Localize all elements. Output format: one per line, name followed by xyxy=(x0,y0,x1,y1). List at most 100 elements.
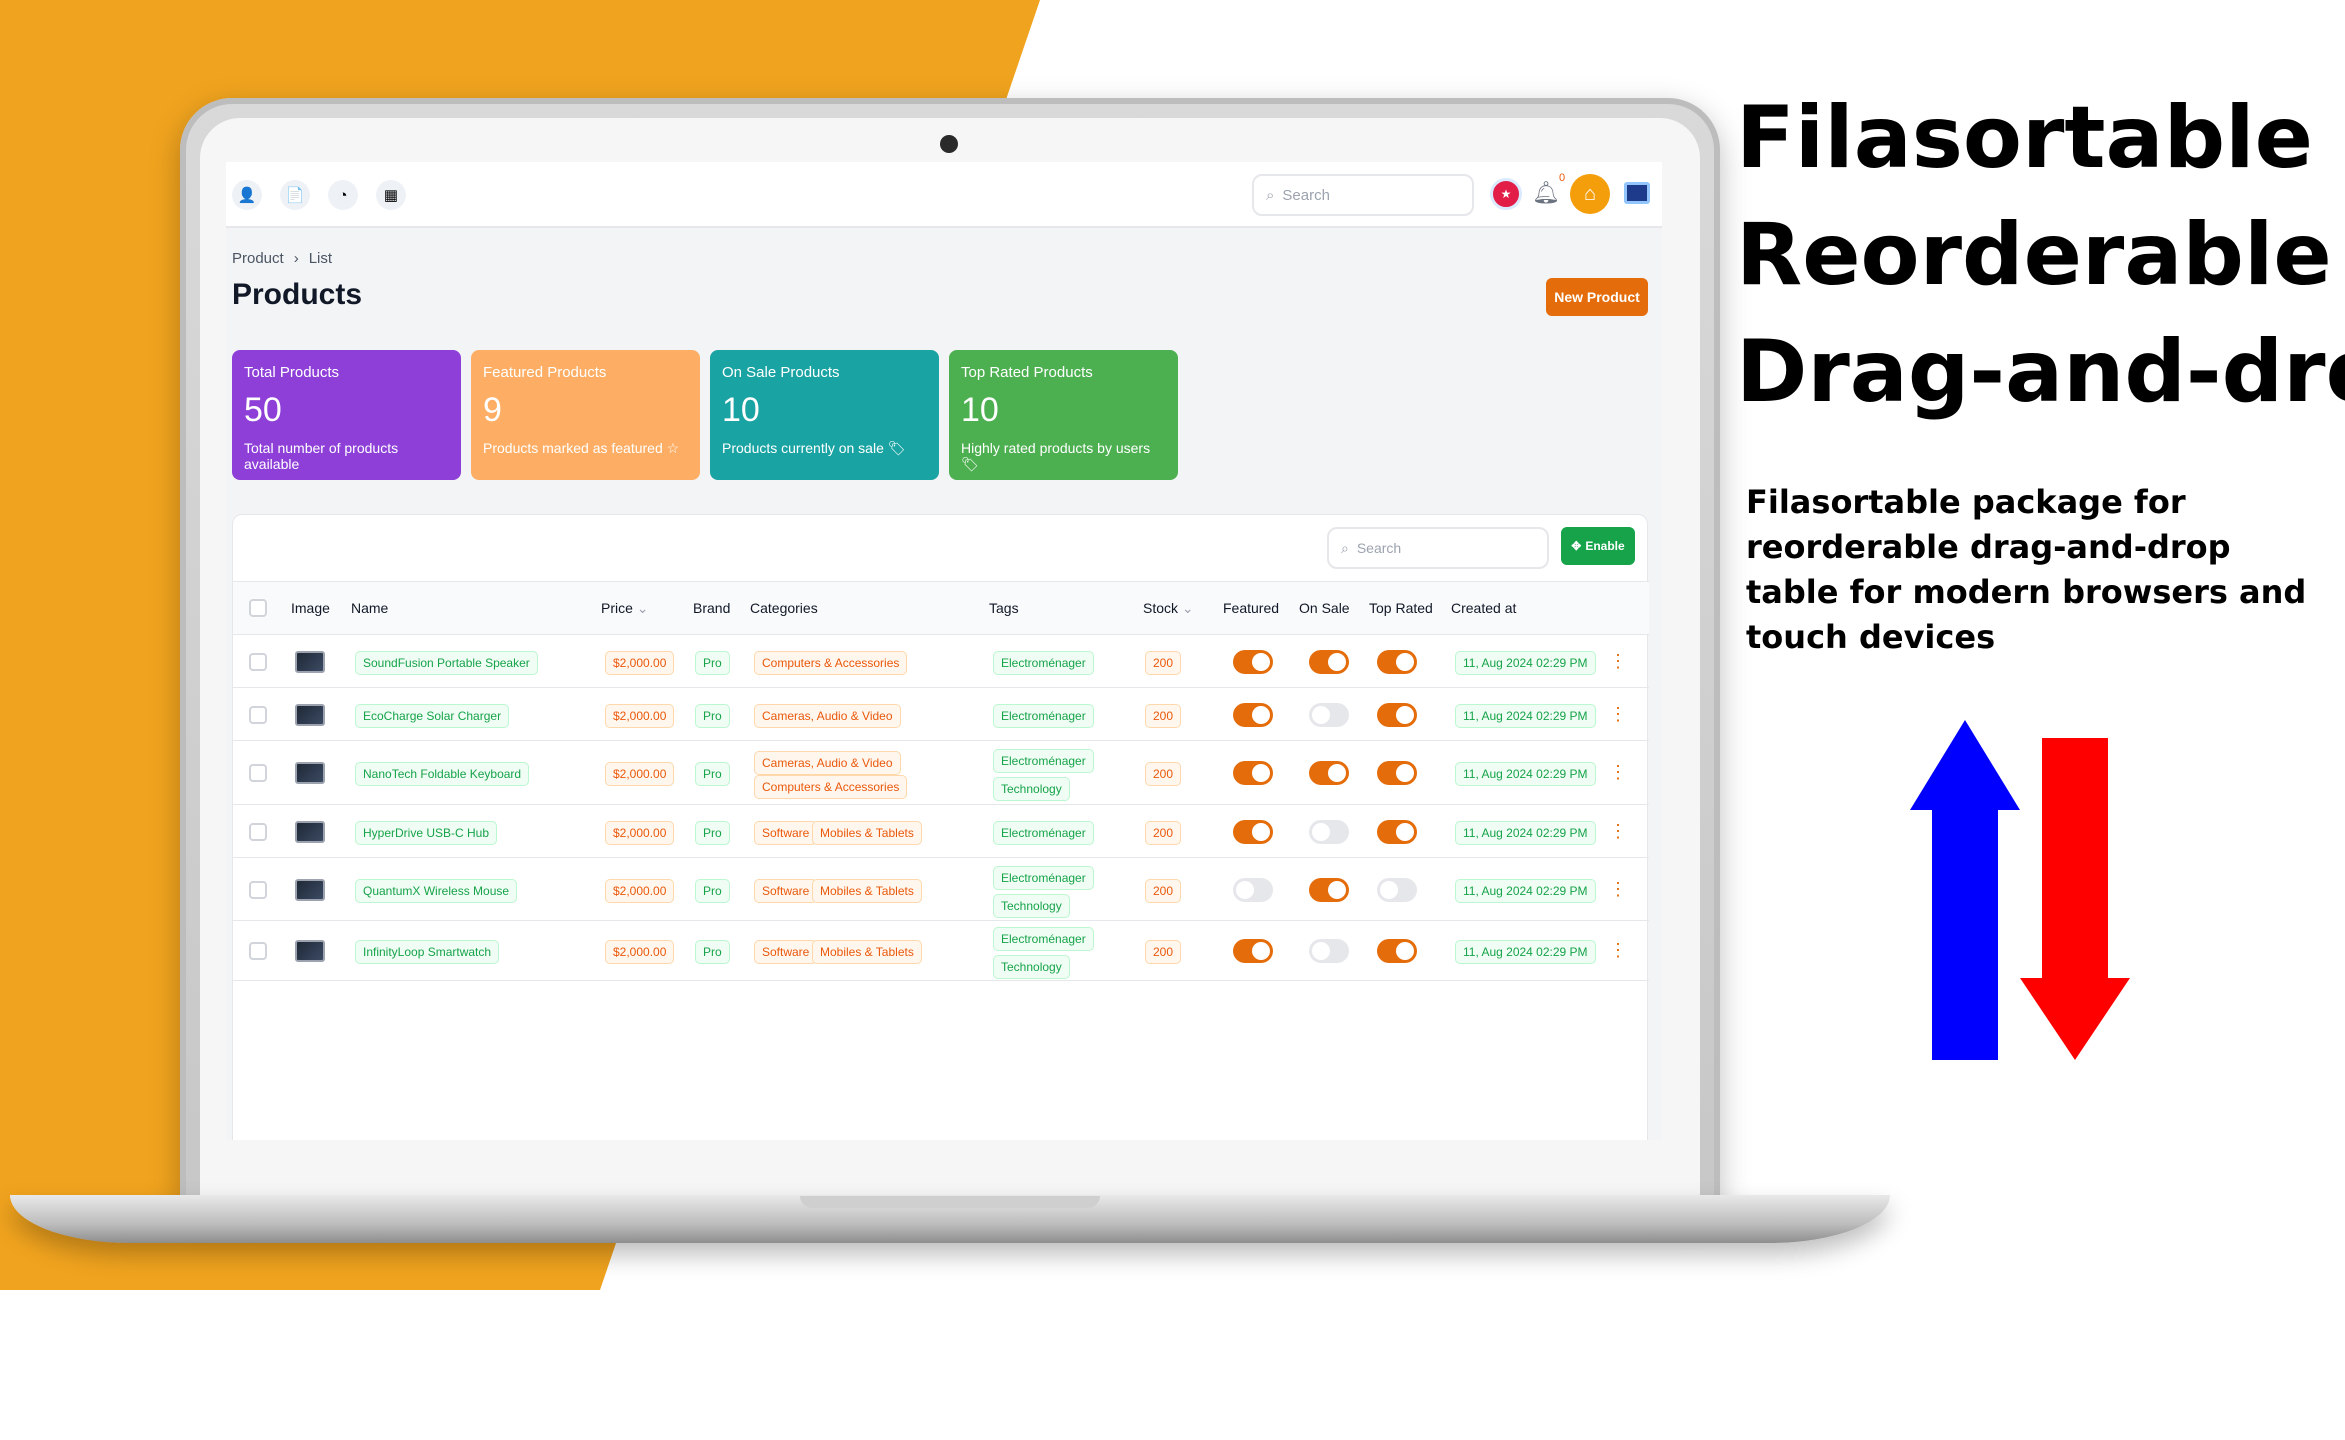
row-actions-icon[interactable]: ⋮ xyxy=(1609,940,1627,961)
product-price: $2,000.00 xyxy=(605,820,675,845)
featured-toggle[interactable] xyxy=(1233,819,1273,844)
product-brand: Pro xyxy=(695,762,730,786)
header-name[interactable]: Name xyxy=(351,600,388,616)
stat-card-featured-products: Featured Products 9 Products marked as fea… xyxy=(471,350,700,480)
hero-title-line-3: Drag-and-drop xyxy=(1736,322,2345,422)
product-price: $2,000.00 xyxy=(605,762,675,786)
product-brand: Pro xyxy=(695,878,730,903)
monitor-icon[interactable] xyxy=(1624,182,1650,204)
hero-title-line-2: Reorderable xyxy=(1736,205,2332,305)
hero-subtitle: Filasortable package for reorderable dra… xyxy=(1746,483,2307,656)
top-rated-toggle[interactable] xyxy=(1377,877,1417,902)
stat-label: Total Products xyxy=(244,364,340,381)
product-image xyxy=(295,940,325,962)
global-search-placeholder: Search xyxy=(1282,186,1330,204)
tag-badge: Technology xyxy=(993,777,1070,801)
row-checkbox[interactable] xyxy=(249,705,267,724)
row-checkbox[interactable] xyxy=(249,822,267,841)
featured-toggle[interactable] xyxy=(1233,761,1273,785)
product-name[interactable]: InfinityLoop Smartwatch xyxy=(355,940,500,964)
on-sale-toggle[interactable] xyxy=(1309,939,1349,963)
product-name[interactable]: HyperDrive USB-C Hub xyxy=(355,820,498,845)
product-stock: 200 xyxy=(1145,820,1182,845)
product-image xyxy=(295,820,325,843)
row-checkbox[interactable] xyxy=(249,764,267,782)
home-icon[interactable]: ⌂ xyxy=(1570,174,1610,214)
select-all-checkbox[interactable] xyxy=(249,599,267,617)
stat-label: On Sale Products xyxy=(722,364,840,381)
tag-icon: 🏷︎ xyxy=(887,440,906,456)
table-row[interactable]: EcoCharge Solar Charger $2,000.00 Pro Camer… xyxy=(233,688,1649,741)
row-checkbox[interactable] xyxy=(249,942,267,960)
top-rated-toggle[interactable] xyxy=(1377,939,1417,963)
table-row[interactable]: NanoTech Foldable Keyboard $2,000.00 Pro Ca… xyxy=(233,741,1649,805)
header-stock[interactable]: Stock ⌄ xyxy=(1143,600,1194,617)
stat-card-on-sale-products: On Sale Products 10 Products currently on … xyxy=(710,350,939,480)
on-sale-toggle[interactable] xyxy=(1309,761,1349,785)
product-name[interactable]: QuantumX Wireless Mouse xyxy=(355,878,518,903)
created-at: 11, Aug 2024 02:29 PM xyxy=(1455,762,1596,786)
document-icon[interactable]: 📄 xyxy=(280,180,310,210)
breadcrumb: Product › List xyxy=(232,250,332,267)
breadcrumb-product[interactable]: Product xyxy=(232,250,284,267)
top-rated-toggle[interactable] xyxy=(1377,819,1417,844)
header-image: Image xyxy=(291,600,330,616)
row-actions-icon[interactable]: ⋮ xyxy=(1609,762,1627,783)
new-product-button[interactable]: New Product xyxy=(1546,278,1648,316)
camera-icon xyxy=(940,135,958,153)
row-checkbox[interactable] xyxy=(249,652,267,671)
on-sale-toggle[interactable] xyxy=(1309,877,1349,902)
user-icon[interactable]: 👤 xyxy=(232,180,262,210)
table-row[interactable]: QuantumX Wireless Mouse $2,000.00 Pro Softw… xyxy=(233,858,1649,921)
table-search-placeholder: Search xyxy=(1356,540,1402,556)
featured-toggle[interactable] xyxy=(1233,939,1273,963)
row-actions-icon[interactable]: ⋮ xyxy=(1609,651,1627,672)
calendar-icon[interactable]: ▦ xyxy=(376,180,406,210)
featured-toggle[interactable] xyxy=(1233,649,1273,674)
row-checkbox[interactable] xyxy=(249,880,267,899)
created-at: 11, Aug 2024 02:29 PM xyxy=(1455,878,1596,903)
language-flag-icon[interactable]: ★ xyxy=(1490,178,1522,210)
product-price: $2,000.00 xyxy=(605,878,675,903)
table-row[interactable]: SoundFusion Portable Speaker $2,000.00 Pro… xyxy=(233,635,1649,688)
enable-reorder-button[interactable]: ✥ Enable xyxy=(1561,527,1635,565)
product-name[interactable]: EcoCharge Solar Charger xyxy=(355,703,510,728)
on-sale-toggle[interactable] xyxy=(1309,819,1349,844)
row-actions-icon[interactable]: ⋮ xyxy=(1609,879,1627,900)
product-stock: 200 xyxy=(1145,940,1182,964)
top-rated-toggle[interactable] xyxy=(1377,702,1417,727)
hero-title-line-1: Filasortable xyxy=(1736,88,2313,188)
product-name[interactable]: SoundFusion Portable Speaker xyxy=(355,650,538,675)
category-badge: Software xyxy=(754,940,818,964)
row-actions-icon[interactable]: ⋮ xyxy=(1609,821,1627,842)
header-price-label: Price xyxy=(601,600,633,616)
featured-toggle[interactable] xyxy=(1233,702,1273,727)
on-sale-toggle[interactable] xyxy=(1309,649,1349,674)
featured-toggle[interactable] xyxy=(1233,877,1273,902)
product-price: $2,000.00 xyxy=(605,650,675,675)
products-table: ⌕ Search ✥ Enable Image Name Price ⌄ Bra… xyxy=(232,514,1649,1140)
stat-description-text: Products currently on sale xyxy=(722,440,884,456)
table-row[interactable]: InfinityLoop Smartwatch $2,000.00 Pro Softw… xyxy=(233,921,1649,981)
tag-icon: 🏷︎ xyxy=(961,456,979,472)
on-sale-toggle[interactable] xyxy=(1309,702,1349,727)
header-top-rated: Top Rated xyxy=(1369,600,1433,616)
breadcrumb-list: List xyxy=(308,250,333,267)
global-search-input[interactable]: ⌕ Search xyxy=(1252,174,1474,216)
top-rated-toggle[interactable] xyxy=(1377,649,1417,674)
row-actions-icon[interactable]: ⋮ xyxy=(1609,704,1627,725)
product-image xyxy=(295,703,325,726)
chart-icon[interactable]: ◔ xyxy=(328,180,358,210)
tag-badge: Technology xyxy=(993,893,1070,918)
table-row[interactable]: HyperDrive USB-C Hub $2,000.00 Pro Software… xyxy=(233,805,1649,858)
notification-bell-icon[interactable]: 🔔︎ xyxy=(1532,180,1560,210)
stat-description-text: Total number of products available xyxy=(244,440,399,472)
table-search-input[interactable]: ⌕ Search xyxy=(1327,527,1549,569)
category-badge: Software xyxy=(754,820,818,845)
category-badge: Cameras, Audio & Video xyxy=(754,751,901,775)
stat-card-top-rated-products: Top Rated Products 10 Highly rated product… xyxy=(949,350,1178,480)
stat-description: Products currently on sale 🏷︎ xyxy=(722,440,927,457)
header-price[interactable]: Price ⌄ xyxy=(601,600,649,617)
product-name[interactable]: NanoTech Foldable Keyboard xyxy=(355,762,530,786)
top-rated-toggle[interactable] xyxy=(1377,761,1417,785)
